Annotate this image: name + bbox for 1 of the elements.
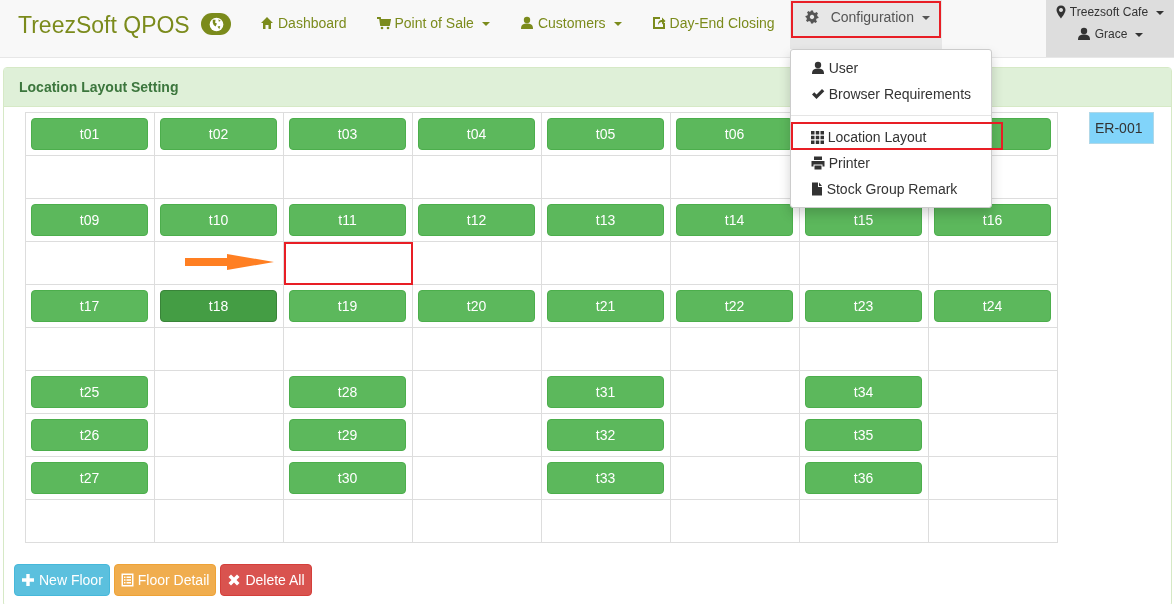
panel-title: Location Layout Setting	[19, 79, 179, 95]
